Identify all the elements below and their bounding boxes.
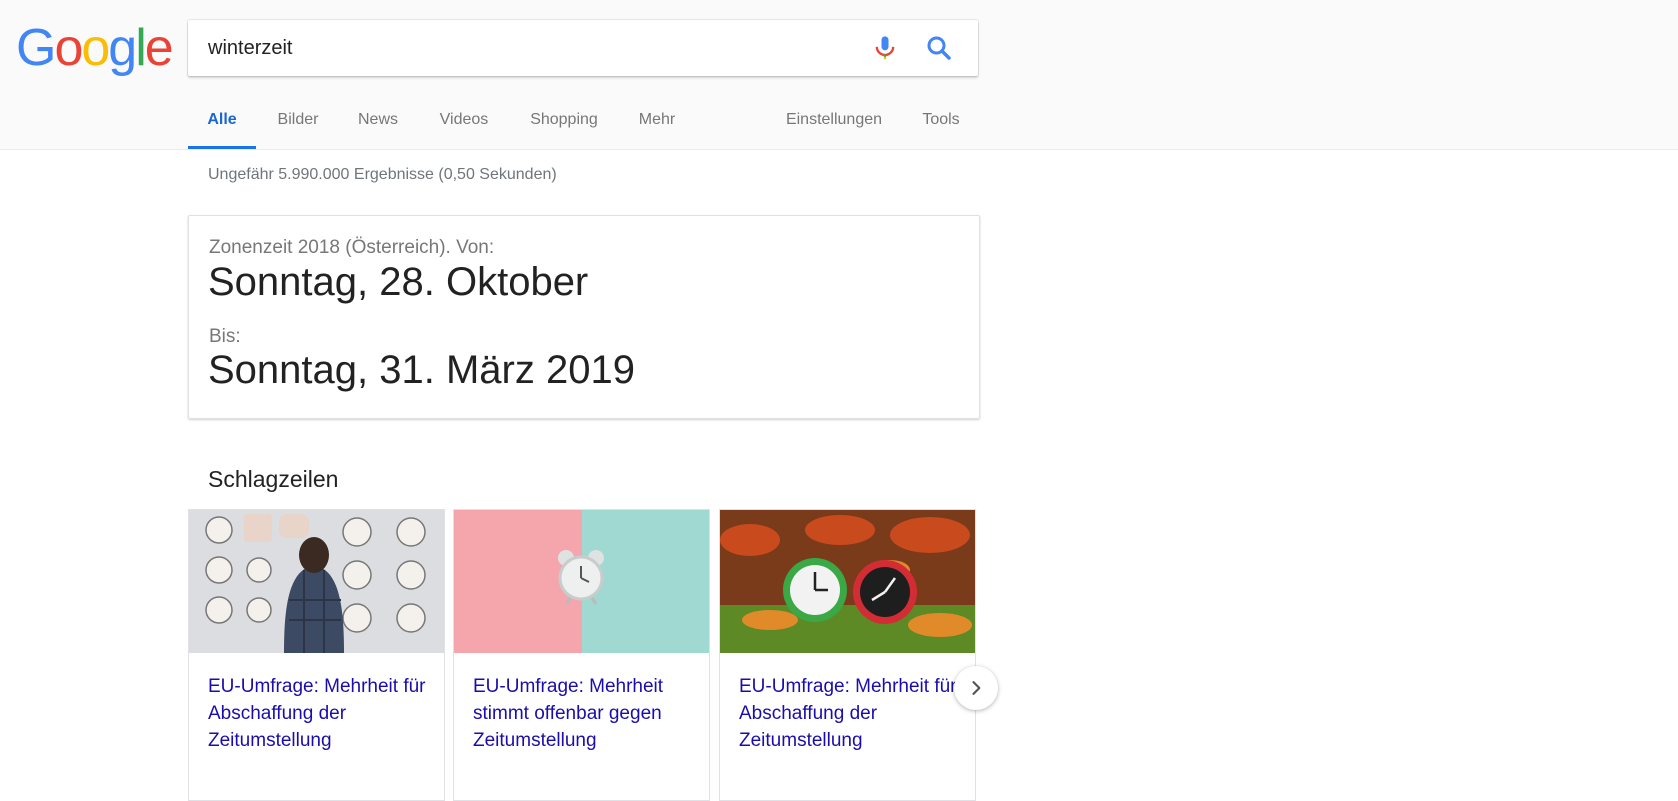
microphone-icon[interactable] [871, 34, 899, 62]
search-box [188, 20, 978, 76]
tab-news[interactable]: News [356, 96, 400, 149]
tab-tools[interactable]: Tools [918, 96, 964, 149]
from-date: Sonntag, 28. Oktober [208, 260, 589, 304]
tab-bilder[interactable]: Bilder [276, 96, 320, 149]
tab-mehr[interactable]: Mehr [636, 96, 678, 149]
clocks-autumn-leaves-image [720, 510, 975, 653]
chevron-right-icon [972, 681, 981, 695]
news-card-title[interactable]: EU-Umfrage: Mehrheit für Abschaffung der… [208, 673, 428, 754]
logo-letter: o [54, 19, 83, 77]
news-card[interactable]: EU-Umfrage: Mehrheit stimmt offenbar geg… [453, 509, 710, 801]
carousel-next-button[interactable] [954, 666, 998, 710]
tab-videos[interactable]: Videos [438, 96, 490, 149]
news-card-title[interactable]: EU-Umfrage: Mehrheit für Abschaffung der… [739, 673, 959, 754]
news-card-title[interactable]: EU-Umfrage: Mehrheit stimmt offenbar geg… [473, 673, 693, 754]
result-stats: Ungefähr 5.990.000 Ergebnisse (0,50 Seku… [208, 166, 557, 183]
to-label: Bis: [209, 326, 241, 347]
tab-shopping[interactable]: Shopping [528, 96, 600, 149]
logo-letter: o [81, 19, 110, 77]
google-logo[interactable]: Google [16, 18, 174, 78]
logo-letter: l [135, 19, 146, 77]
logo-letter: e [144, 19, 174, 77]
search-input[interactable] [208, 20, 868, 76]
answer-card: Zonenzeit 2018 (Österreich). Von: Sonnta… [188, 215, 980, 419]
news-card[interactable]: EU-Umfrage: Mehrheit für Abschaffung der… [188, 509, 445, 801]
search-header: Google Alle Bilder News Videos Shopping … [0, 0, 1678, 150]
from-label: Zonenzeit 2018 (Österreich). Von: [209, 237, 495, 258]
alarm-clock-pastel-image [454, 510, 709, 653]
search-icon[interactable] [924, 33, 954, 63]
news-card[interactable]: EU-Umfrage: Mehrheit für Abschaffung der… [719, 509, 976, 801]
tab-alle[interactable]: Alle [188, 96, 256, 149]
tab-einstellungen[interactable]: Einstellungen [782, 96, 886, 149]
logo-letter: G [16, 19, 56, 77]
clock-wall-image [189, 510, 444, 653]
logo-letter: g [108, 19, 137, 77]
headlines-title: Schlagzeilen [208, 466, 339, 492]
to-date: Sonntag, 31. März 2019 [208, 348, 635, 392]
